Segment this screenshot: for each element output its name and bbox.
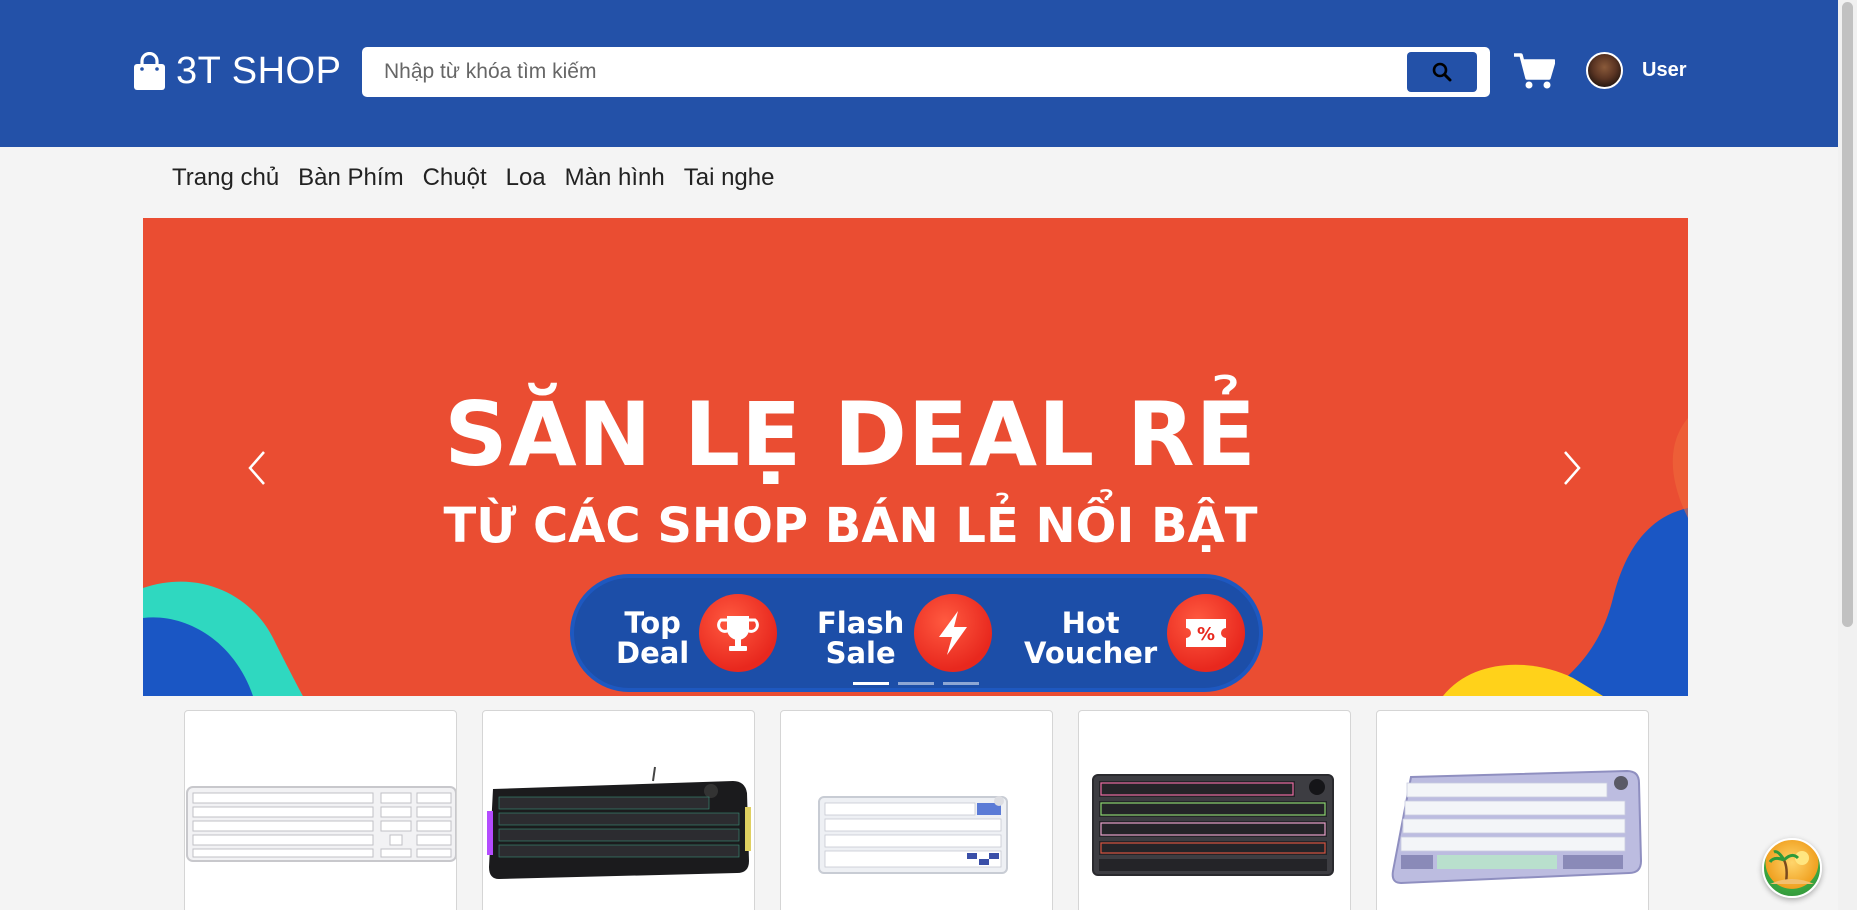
product-card[interactable] — [184, 710, 457, 910]
product-card[interactable] — [780, 710, 1053, 910]
island-icon — [1768, 850, 1814, 884]
page-scrollbar[interactable] — [1838, 0, 1857, 910]
carousel-indicators — [853, 682, 979, 685]
carousel-prev-button[interactable] — [244, 448, 274, 488]
dark-rgb-75-keyboard-image — [1092, 774, 1334, 876]
product-card[interactable] — [1078, 710, 1351, 910]
badge-top-deal[interactable]: Top Deal — [616, 594, 778, 672]
white-tkl-mechanical-keyboard-image — [818, 796, 1008, 874]
badge-label-line1: Top — [624, 606, 681, 640]
scrollbar-thumb[interactable] — [1842, 2, 1853, 627]
shopping-cart-icon — [1514, 53, 1556, 89]
nav-item-speakers[interactable]: Loa — [506, 164, 546, 192]
nav-item-keyboards[interactable]: Bàn Phím — [298, 164, 403, 192]
floating-assistant-button[interactable] — [1762, 838, 1822, 898]
deal-badges: Top Deal Flash Sale Hot Voucher % — [570, 574, 1263, 692]
promo-banner-carousel[interactable]: SĂN LẸ DEAL RẺ TỪ CÁC SHOP BÁN LẺ NỔI BẬ… — [143, 218, 1688, 696]
badge-label-line1: Hot — [1061, 606, 1120, 640]
user-name: User — [1642, 59, 1687, 81]
chevron-left-icon — [248, 451, 265, 485]
badge-hot-voucher[interactable]: Hot Voucher % — [1024, 594, 1246, 672]
trophy-icon — [699, 594, 778, 672]
avatar — [1586, 52, 1623, 89]
carousel-indicator[interactable] — [898, 682, 934, 685]
nav-item-mice[interactable]: Chuột — [423, 164, 487, 192]
banner-headline: SĂN LẸ DEAL RẺ — [444, 383, 1257, 486]
site-header: 3T SHOP User — [0, 0, 1838, 147]
badge-label-line2: Voucher — [1024, 636, 1158, 670]
nav-item-monitors[interactable]: Màn hình — [565, 164, 665, 192]
logo[interactable]: 3T SHOP — [133, 50, 341, 93]
cart-button[interactable] — [1513, 52, 1556, 90]
search-button[interactable] — [1407, 52, 1477, 92]
category-nav: Trang chủ Bàn Phím Chuột Loa Màn hình Ta… — [172, 164, 774, 192]
nav-item-headphones[interactable]: Tai nghe — [684, 164, 775, 192]
carousel-indicator[interactable] — [853, 682, 889, 685]
carousel-next-button[interactable] — [1555, 448, 1585, 488]
search-input[interactable] — [384, 47, 1384, 97]
white-full-size-keyboard-image — [186, 786, 456, 862]
badge-label-line2: Deal — [616, 636, 690, 670]
product-card[interactable] — [482, 710, 755, 910]
lightning-icon — [914, 594, 993, 672]
pastel-75-keyboard-with-knob-image — [1391, 769, 1643, 885]
search-bar — [362, 47, 1490, 97]
carousel-indicator[interactable] — [943, 682, 979, 685]
chevron-right-icon — [1564, 451, 1581, 485]
voucher-icon: % — [1167, 594, 1246, 672]
banner-subheadline: TỪ CÁC SHOP BÁN LẺ NỔI BẬT — [443, 498, 1258, 554]
badge-flash-sale[interactable]: Flash Sale — [817, 594, 993, 672]
logo-text: 3T SHOP — [176, 50, 342, 92]
user-menu[interactable]: User — [1586, 52, 1686, 89]
black-rgb-gaming-keyboard-image — [487, 766, 751, 879]
badge-label-line2: Sale — [825, 636, 896, 670]
badge-label-line1: Flash — [817, 606, 905, 640]
nav-item-home[interactable]: Trang chủ — [172, 164, 279, 192]
search-icon — [1432, 62, 1452, 82]
product-card[interactable] — [1376, 710, 1649, 910]
shopping-bag-icon — [134, 52, 165, 90]
product-grid — [184, 710, 1649, 910]
svg-text:%: % — [1197, 624, 1215, 645]
